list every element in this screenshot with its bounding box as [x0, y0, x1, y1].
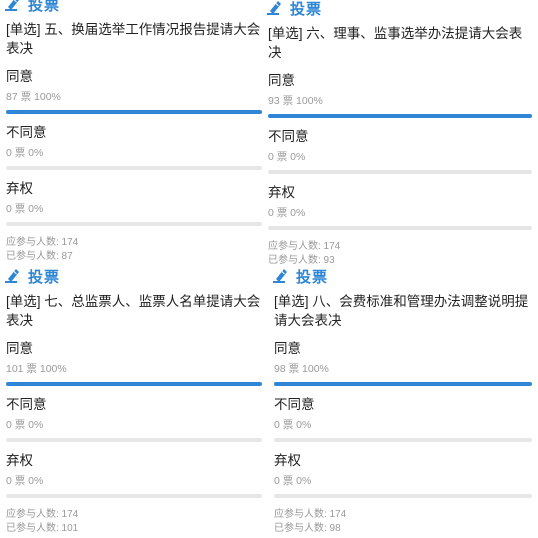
vote-panel-8: 投票 [单选] 八、会费标准和管理办法调整说明提请大会表决 同意 98 票 10…: [268, 264, 538, 538]
option-name: 不同意: [6, 397, 47, 412]
option-name: 弃权: [6, 181, 33, 196]
voted-participants: 已参与人数: 98: [274, 523, 341, 534]
option-stat: 0 票 0%: [6, 475, 44, 487]
option-agree: 同意 101 票 100%: [6, 340, 262, 386]
vote-title: 投票: [28, 268, 61, 286]
option-name: 弃权: [274, 453, 301, 468]
progress-track: [6, 166, 262, 170]
question-text: [单选] 八、会费标准和管理办法调整说明提请大会表决: [274, 294, 529, 328]
option-stat: 0 票 0%: [274, 475, 312, 487]
progress-track: [274, 382, 532, 386]
option-name: 同意: [6, 69, 33, 84]
vote-header: 投票: [262, 0, 538, 20]
option-agree: 同意 87 票 100%: [6, 68, 262, 114]
progress-track: [268, 226, 532, 230]
total-participants: 应参与人数: 174: [268, 241, 341, 252]
participation-summary: 应参与人数: 174 已参与人数: 101: [6, 508, 262, 536]
vote-title: 投票: [296, 268, 329, 286]
option-stat: 0 票 0%: [6, 147, 44, 159]
question-text: [单选] 七、总监票人、监票人名单提请大会表决: [6, 294, 261, 328]
option-disagree: 不同意 0 票 0%: [274, 396, 532, 442]
progress-track: [268, 114, 532, 118]
vote-header: 投票: [0, 264, 268, 288]
option-stat: 87 票 100%: [6, 91, 61, 103]
participation-summary: 应参与人数: 174 已参与人数: 93: [268, 240, 532, 266]
progress-fill: [6, 382, 262, 386]
vote-title: 投票: [290, 0, 323, 18]
vote-title: 投票: [28, 0, 61, 14]
progress-track: [6, 438, 262, 442]
participation-summary: 应参与人数: 174 已参与人数: 98: [274, 508, 532, 536]
progress-track: [274, 438, 532, 442]
progress-track: [268, 170, 532, 174]
option-abstain: 弃权 0 票 0%: [6, 180, 262, 226]
vote-header: 投票: [0, 0, 268, 16]
vote-panel-5: 投票 [单选] 五、换届选举工作情况报告提请大会表决 同意 87 票 100% …: [0, 0, 268, 264]
option-abstain: 弃权 0 票 0%: [268, 184, 532, 230]
option-agree: 同意 93 票 100%: [268, 72, 532, 118]
option-stat: 0 票 0%: [274, 419, 312, 431]
vote-header: 投票: [268, 264, 538, 288]
option-name: 同意: [6, 341, 33, 356]
option-disagree: 不同意 0 票 0%: [268, 128, 532, 174]
progress-track: [6, 222, 262, 226]
total-participants: 应参与人数: 174: [6, 237, 79, 248]
question-text: [单选] 五、换届选举工作情况报告提请大会表决: [6, 22, 261, 56]
edit-pencil-icon: [5, 269, 19, 283]
progress-track: [6, 494, 262, 498]
total-participants: 应参与人数: 174: [274, 509, 347, 520]
edit-pencil-icon: [267, 1, 281, 15]
option-stat: 0 票 0%: [268, 207, 306, 219]
progress-track: [6, 110, 262, 114]
option-name: 弃权: [6, 453, 33, 468]
option-name: 弃权: [268, 185, 295, 200]
option-name: 同意: [274, 341, 301, 356]
option-stat: 0 票 0%: [6, 203, 44, 215]
option-name: 不同意: [268, 129, 309, 144]
participation-summary: 应参与人数: 174 已参与人数: 87: [6, 236, 262, 264]
voted-participants: 已参与人数: 87: [6, 251, 73, 262]
progress-fill: [274, 382, 532, 386]
voted-participants: 已参与人数: 101: [6, 523, 79, 534]
option-disagree: 不同意 0 票 0%: [6, 396, 262, 442]
option-stat: 0 票 0%: [268, 151, 306, 163]
progress-track: [274, 494, 532, 498]
progress-track: [6, 382, 262, 386]
edit-pencil-icon: [273, 269, 287, 283]
question-text: [单选] 六、理事、监事选举办法提请大会表决: [268, 26, 523, 60]
progress-fill: [268, 114, 532, 118]
vote-panel-7: 投票 [单选] 七、总监票人、监票人名单提请大会表决 同意 101 票 100%…: [0, 264, 268, 538]
total-participants: 应参与人数: 174: [6, 509, 79, 520]
option-stat: 0 票 0%: [6, 419, 44, 431]
option-stat: 98 票 100%: [274, 363, 329, 375]
option-abstain: 弃权 0 票 0%: [274, 452, 532, 498]
option-disagree: 不同意 0 票 0%: [6, 124, 262, 170]
option-name: 不同意: [274, 397, 315, 412]
option-abstain: 弃权 0 票 0%: [6, 452, 262, 498]
option-name: 不同意: [6, 125, 47, 140]
progress-fill: [6, 110, 262, 114]
option-stat: 101 票 100%: [6, 363, 67, 375]
option-agree: 同意 98 票 100%: [274, 340, 532, 386]
option-stat: 93 票 100%: [268, 95, 323, 107]
edit-pencil-icon: [5, 0, 19, 11]
option-name: 同意: [268, 73, 295, 88]
vote-panel-6: 投票 [单选] 六、理事、监事选举办法提请大会表决 同意 93 票 100% 不…: [262, 0, 538, 266]
